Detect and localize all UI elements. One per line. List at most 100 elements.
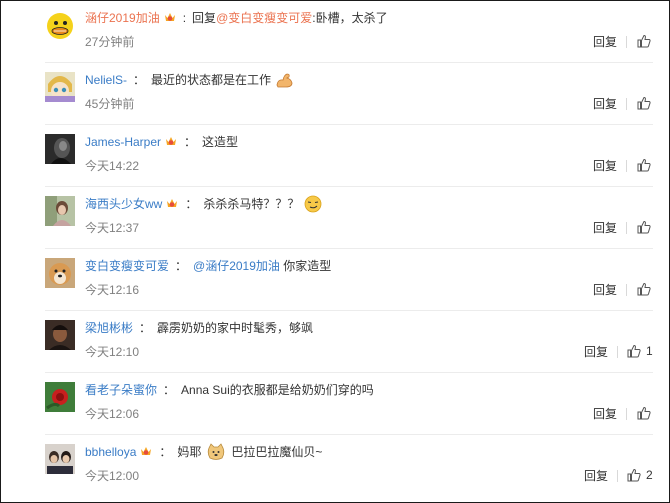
timestamp: 27分钟前 bbox=[85, 35, 135, 49]
timestamp: 今天12:00 bbox=[85, 469, 140, 483]
like-button[interactable] bbox=[637, 156, 651, 174]
separator: ： bbox=[159, 445, 172, 459]
timestamp: 45分钟前 bbox=[85, 97, 135, 111]
reply-button[interactable]: 回复 bbox=[593, 35, 617, 49]
thumbs-up-icon bbox=[627, 468, 641, 482]
muscle-emoji-icon bbox=[275, 71, 295, 89]
vip-badge-icon bbox=[164, 135, 178, 148]
avatar[interactable] bbox=[45, 196, 75, 226]
comment-line: NelielS- ： 最近的状态都是在工作 bbox=[85, 71, 295, 89]
divider bbox=[626, 98, 627, 110]
like-button[interactable] bbox=[637, 218, 651, 236]
username[interactable]: NelielS- bbox=[85, 71, 127, 89]
timestamp: 今天12:10 bbox=[85, 345, 140, 359]
mention-link[interactable]: @变白变瘦变可爱 bbox=[216, 9, 312, 27]
separator: ： bbox=[185, 197, 198, 211]
divider bbox=[626, 36, 627, 48]
thumbs-up-icon bbox=[627, 344, 641, 358]
comment-item: 看老子朵蜜你 ： Anna Sui的衣服都是给奶奶们穿的吗 今天12:06 回复 bbox=[1, 373, 669, 435]
separator: ： bbox=[139, 321, 152, 335]
thumbs-up-icon bbox=[637, 406, 651, 420]
avatar[interactable] bbox=[45, 444, 75, 474]
like-count: 1 bbox=[646, 344, 653, 358]
comment-text: Anna Sui的衣服都是给奶奶们穿的吗 bbox=[181, 383, 374, 397]
username[interactable]: bbhelloya bbox=[85, 443, 136, 461]
vip-badge-icon bbox=[165, 197, 179, 210]
comment-item: bbhelloya ： 妈耶 巴拉巴拉魔仙贝~ 今天12:00 回复 2 bbox=[1, 435, 669, 497]
comment-line: James-Harper ： 这造型 bbox=[85, 133, 238, 151]
divider bbox=[626, 408, 627, 420]
vip-badge-icon bbox=[139, 445, 153, 458]
divider bbox=[617, 346, 618, 358]
comment-text: 巴拉巴拉魔仙贝~ bbox=[231, 445, 323, 459]
reply-button[interactable]: 回复 bbox=[593, 283, 617, 297]
like-button[interactable]: 2 bbox=[627, 466, 653, 484]
comment-text-prefix: 妈耶 bbox=[177, 445, 202, 459]
timestamp: 今天12:37 bbox=[85, 221, 140, 235]
divider bbox=[626, 284, 627, 296]
comment-text: 最近的状态都是在工作 bbox=[151, 73, 272, 87]
comment-line: 海西头少女ww ： 杀杀杀马特？？？ bbox=[85, 195, 323, 213]
username[interactable]: 梁旭彬彬 bbox=[85, 319, 133, 337]
separator: ： bbox=[184, 135, 197, 149]
comment-line: 梁旭彬彬 ： 霹雳奶奶的家中时髦秀，够飒 bbox=[85, 319, 313, 337]
avatar[interactable] bbox=[45, 72, 75, 102]
reply-button[interactable]: 回复 bbox=[593, 97, 617, 111]
comment-list: 涵仔2019加油 : 回复 @变白变瘦变可爱 : 卧槽，太杀了 27分钟前 回复 bbox=[0, 0, 670, 503]
comment-text: 杀杀杀马特？？？ bbox=[203, 197, 300, 211]
reply-prefix: 回复 bbox=[192, 11, 217, 25]
like-count: 2 bbox=[646, 468, 653, 482]
doge-emoji-icon bbox=[206, 443, 226, 461]
username[interactable]: James-Harper bbox=[85, 133, 161, 151]
divider bbox=[626, 160, 627, 172]
reply-button[interactable]: 回复 bbox=[584, 345, 608, 359]
comment-item: 涵仔2019加油 : 回复 @变白变瘦变可爱 : 卧槽，太杀了 27分钟前 回复 bbox=[1, 1, 669, 63]
comment-line: 看老子朵蜜你 ： Anna Sui的衣服都是给奶奶们穿的吗 bbox=[85, 381, 374, 399]
comment-text: 这造型 bbox=[202, 135, 239, 149]
username[interactable]: 看老子朵蜜你 bbox=[85, 381, 157, 399]
comment-line: 涵仔2019加油 : 回复 @变白变瘦变可爱 : 卧槽，太杀了 bbox=[85, 9, 388, 27]
avatar[interactable] bbox=[45, 382, 75, 412]
avatar[interactable] bbox=[45, 320, 75, 350]
like-button[interactable] bbox=[637, 280, 651, 298]
separator: ： bbox=[133, 73, 146, 87]
comment-item: 梁旭彬彬 ： 霹雳奶奶的家中时髦秀，够飒 今天12:10 回复 1 bbox=[1, 311, 669, 373]
separator: : bbox=[182, 11, 187, 25]
comment-item: NelielS- ： 最近的状态都是在工作 45分钟前 回复 bbox=[1, 63, 669, 125]
avatar[interactable] bbox=[45, 134, 75, 164]
username[interactable]: 海西头少女ww bbox=[85, 195, 162, 213]
comment-item: James-Harper ： 这造型 今天14:22 回复 bbox=[1, 125, 669, 187]
reply-button[interactable]: 回复 bbox=[584, 469, 608, 483]
thumbs-up-icon bbox=[637, 96, 651, 110]
comment-text: 卧槽，太杀了 bbox=[315, 11, 388, 25]
thumbs-up-icon bbox=[637, 282, 651, 296]
username[interactable]: 变白变瘦变可爱 bbox=[85, 257, 169, 275]
like-button[interactable] bbox=[637, 94, 651, 112]
reply-button[interactable]: 回复 bbox=[593, 159, 617, 173]
separator: ： bbox=[175, 259, 188, 273]
timestamp: 今天14:22 bbox=[85, 159, 140, 173]
divider bbox=[617, 470, 618, 482]
timestamp: 今天12:16 bbox=[85, 283, 140, 297]
reply-button[interactable]: 回复 bbox=[593, 221, 617, 235]
comment-item: 海西头少女ww ： 杀杀杀马特？？？ 今天12:37 回复 bbox=[1, 187, 669, 249]
like-button[interactable] bbox=[637, 32, 651, 50]
like-button[interactable]: 1 bbox=[627, 342, 653, 360]
comment-line: bbhelloya ： 妈耶 巴拉巴拉魔仙贝~ bbox=[85, 443, 322, 461]
smirk-emoji-icon bbox=[303, 195, 323, 213]
reply-button[interactable]: 回复 bbox=[593, 407, 617, 421]
username[interactable]: 涵仔2019加油 bbox=[85, 9, 160, 27]
avatar[interactable] bbox=[45, 258, 75, 288]
thumbs-up-icon bbox=[637, 34, 651, 48]
comment-item: 变白变瘦变可爱 ： @涵仔2019加油 你家造型 今天12:16 回复 bbox=[1, 249, 669, 311]
separator: ： bbox=[163, 383, 176, 397]
mention-link[interactable]: @涵仔2019加油 bbox=[193, 257, 280, 275]
thumbs-up-icon bbox=[637, 158, 651, 172]
comment-text: 霹雳奶奶的家中时髦秀，够飒 bbox=[157, 321, 314, 335]
timestamp: 今天12:06 bbox=[85, 407, 140, 421]
like-button[interactable] bbox=[637, 404, 651, 422]
divider bbox=[626, 222, 627, 234]
comment-line: 变白变瘦变可爱 ： @涵仔2019加油 你家造型 bbox=[85, 257, 331, 275]
vip-badge-icon bbox=[163, 11, 177, 24]
avatar[interactable] bbox=[45, 10, 75, 40]
